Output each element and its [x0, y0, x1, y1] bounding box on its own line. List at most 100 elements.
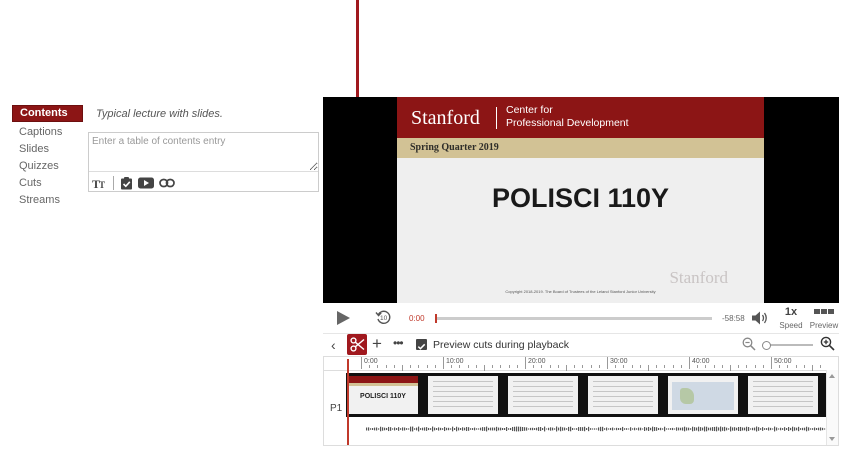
waveform-bar: [376, 427, 378, 431]
thumb-title: POLISCI 110Y: [360, 393, 406, 400]
waveform-bar: [428, 427, 430, 431]
slide-thumbnail[interactable]: POLISCI 110Y: [348, 376, 418, 414]
volume-icon[interactable]: [751, 310, 769, 326]
waveform-bar: [398, 427, 400, 431]
zoom-in-icon[interactable]: [820, 336, 835, 351]
speed-label[interactable]: Speed: [775, 321, 807, 330]
waveform-bar: [570, 426, 572, 432]
ruler-tick: [385, 365, 387, 368]
waveform-bar: [820, 427, 822, 431]
zoom-out-icon[interactable]: [742, 337, 756, 351]
waveform-bar: [560, 426, 562, 432]
slide-thumbnail[interactable]: [428, 376, 498, 414]
waveform-bar: [532, 427, 534, 431]
video-icon[interactable]: [138, 177, 154, 189]
waveform-bar: [480, 427, 482, 431]
quiz-check-icon[interactable]: [120, 176, 133, 190]
thumbnail-track[interactable]: POLISCI 110YSkilling: [346, 373, 828, 417]
waveform-bar: [596, 428, 598, 430]
waveform-bar: [446, 427, 448, 431]
slide-watermark: Stanford: [669, 268, 728, 287]
toc-entry-input[interactable]: [89, 133, 318, 172]
tab-quizzes[interactable]: Quizzes: [12, 158, 83, 175]
waveform-bar: [536, 427, 538, 431]
slide-thumbnail[interactable]: [588, 376, 658, 414]
waveform-bar: [714, 426, 716, 432]
cuts-timeline[interactable]: 0:00 10:00 20:00 30:00 40:00 50:00 P1 POLISCI…: [323, 356, 839, 446]
waveform-bar: [368, 427, 370, 431]
waveform-bar: [518, 426, 520, 432]
waveform-bar: [496, 426, 498, 432]
ruler-tick: [541, 365, 543, 368]
waveform-bar: [500, 427, 502, 431]
text-format-icon[interactable]: TT: [92, 177, 107, 190]
rewind-10-icon[interactable]: 10: [375, 309, 392, 326]
tab-cuts[interactable]: Cuts: [12, 175, 83, 192]
waveform-bar: [406, 428, 408, 430]
slide-thumbnail[interactable]: [668, 376, 738, 414]
waveform-bar: [436, 428, 438, 430]
ruler-tick: [598, 365, 600, 368]
waveform-bar: [564, 427, 566, 431]
preview-label[interactable]: Preview: [807, 321, 841, 330]
waveform-bar: [798, 426, 800, 432]
waveform-bar: [818, 427, 820, 431]
toc-entry-box: TT: [88, 132, 319, 192]
ruler-tick: [451, 365, 453, 368]
waveform-bar: [396, 428, 398, 430]
waveform-bar: [648, 427, 650, 431]
waveform-bar: [788, 427, 790, 431]
ruler-tick: [746, 365, 748, 368]
ruler-tick: [631, 365, 633, 368]
timeline-playhead[interactable]: [347, 359, 349, 445]
waveform-bar: [426, 427, 428, 431]
speed-value[interactable]: 1x: [780, 306, 802, 318]
tab-captions[interactable]: Captions: [12, 124, 83, 141]
progress-playhead[interactable]: [435, 314, 437, 323]
waveform-bar: [584, 426, 586, 432]
preview-cuts-checkbox[interactable]: [416, 339, 427, 350]
scroll-up-icon[interactable]: [829, 374, 835, 378]
ruler-tick: [771, 357, 772, 369]
scroll-down-icon[interactable]: [829, 437, 835, 441]
waveform-bar: [668, 428, 670, 430]
slide-thumbnail[interactable]: [748, 376, 818, 414]
tab-streams[interactable]: Streams: [12, 192, 83, 209]
waveform-bar: [644, 426, 646, 432]
waveform-bar: [448, 427, 450, 431]
more-icon[interactable]: •••: [393, 335, 404, 351]
waveform-bar: [440, 427, 442, 431]
waveform-bar: [632, 428, 634, 430]
back-chevron-icon[interactable]: ‹: [331, 338, 336, 352]
thumb-text-lines: [593, 381, 653, 409]
waveform-bar: [606, 427, 608, 431]
tab-slides[interactable]: Slides: [12, 141, 83, 158]
ruler-tick: [648, 365, 649, 371]
zoom-slider-knob[interactable]: [762, 341, 771, 350]
add-icon[interactable]: +: [372, 335, 382, 352]
link-icon[interactable]: [159, 178, 175, 188]
cut-scissors-button[interactable]: [347, 334, 367, 355]
waveform-bar: [698, 426, 700, 432]
preview-cuts-label[interactable]: Preview cuts during playback: [433, 339, 569, 351]
play-button[interactable]: [337, 311, 350, 325]
ruler-tick: [689, 357, 690, 369]
ruler-tick: [459, 365, 461, 368]
timeline-scrollbar[interactable]: [826, 370, 838, 445]
ruler-label: 30:00: [610, 358, 628, 365]
tab-contents[interactable]: Contents: [12, 105, 83, 122]
zoom-slider[interactable]: [762, 341, 813, 350]
ruler-label: 20:00: [528, 358, 546, 365]
time-ruler[interactable]: 0:00 10:00 20:00 30:00 40:00 50:00: [324, 357, 828, 371]
slide-thumbnail[interactable]: [508, 376, 578, 414]
waveform-bar: [708, 427, 710, 431]
waveform-bar: [374, 427, 376, 431]
preview-layout-icon[interactable]: [814, 309, 834, 314]
waveform-bar: [462, 427, 464, 431]
waveform-bar: [626, 428, 628, 430]
waveform-bar: [696, 427, 698, 431]
video-player[interactable]: Stanford Center for Professional Develop…: [323, 97, 839, 303]
thumb-map: [672, 382, 734, 410]
contents-panel-title: Typical lecture with slides.: [96, 108, 223, 120]
progress-bar[interactable]: [435, 314, 712, 323]
